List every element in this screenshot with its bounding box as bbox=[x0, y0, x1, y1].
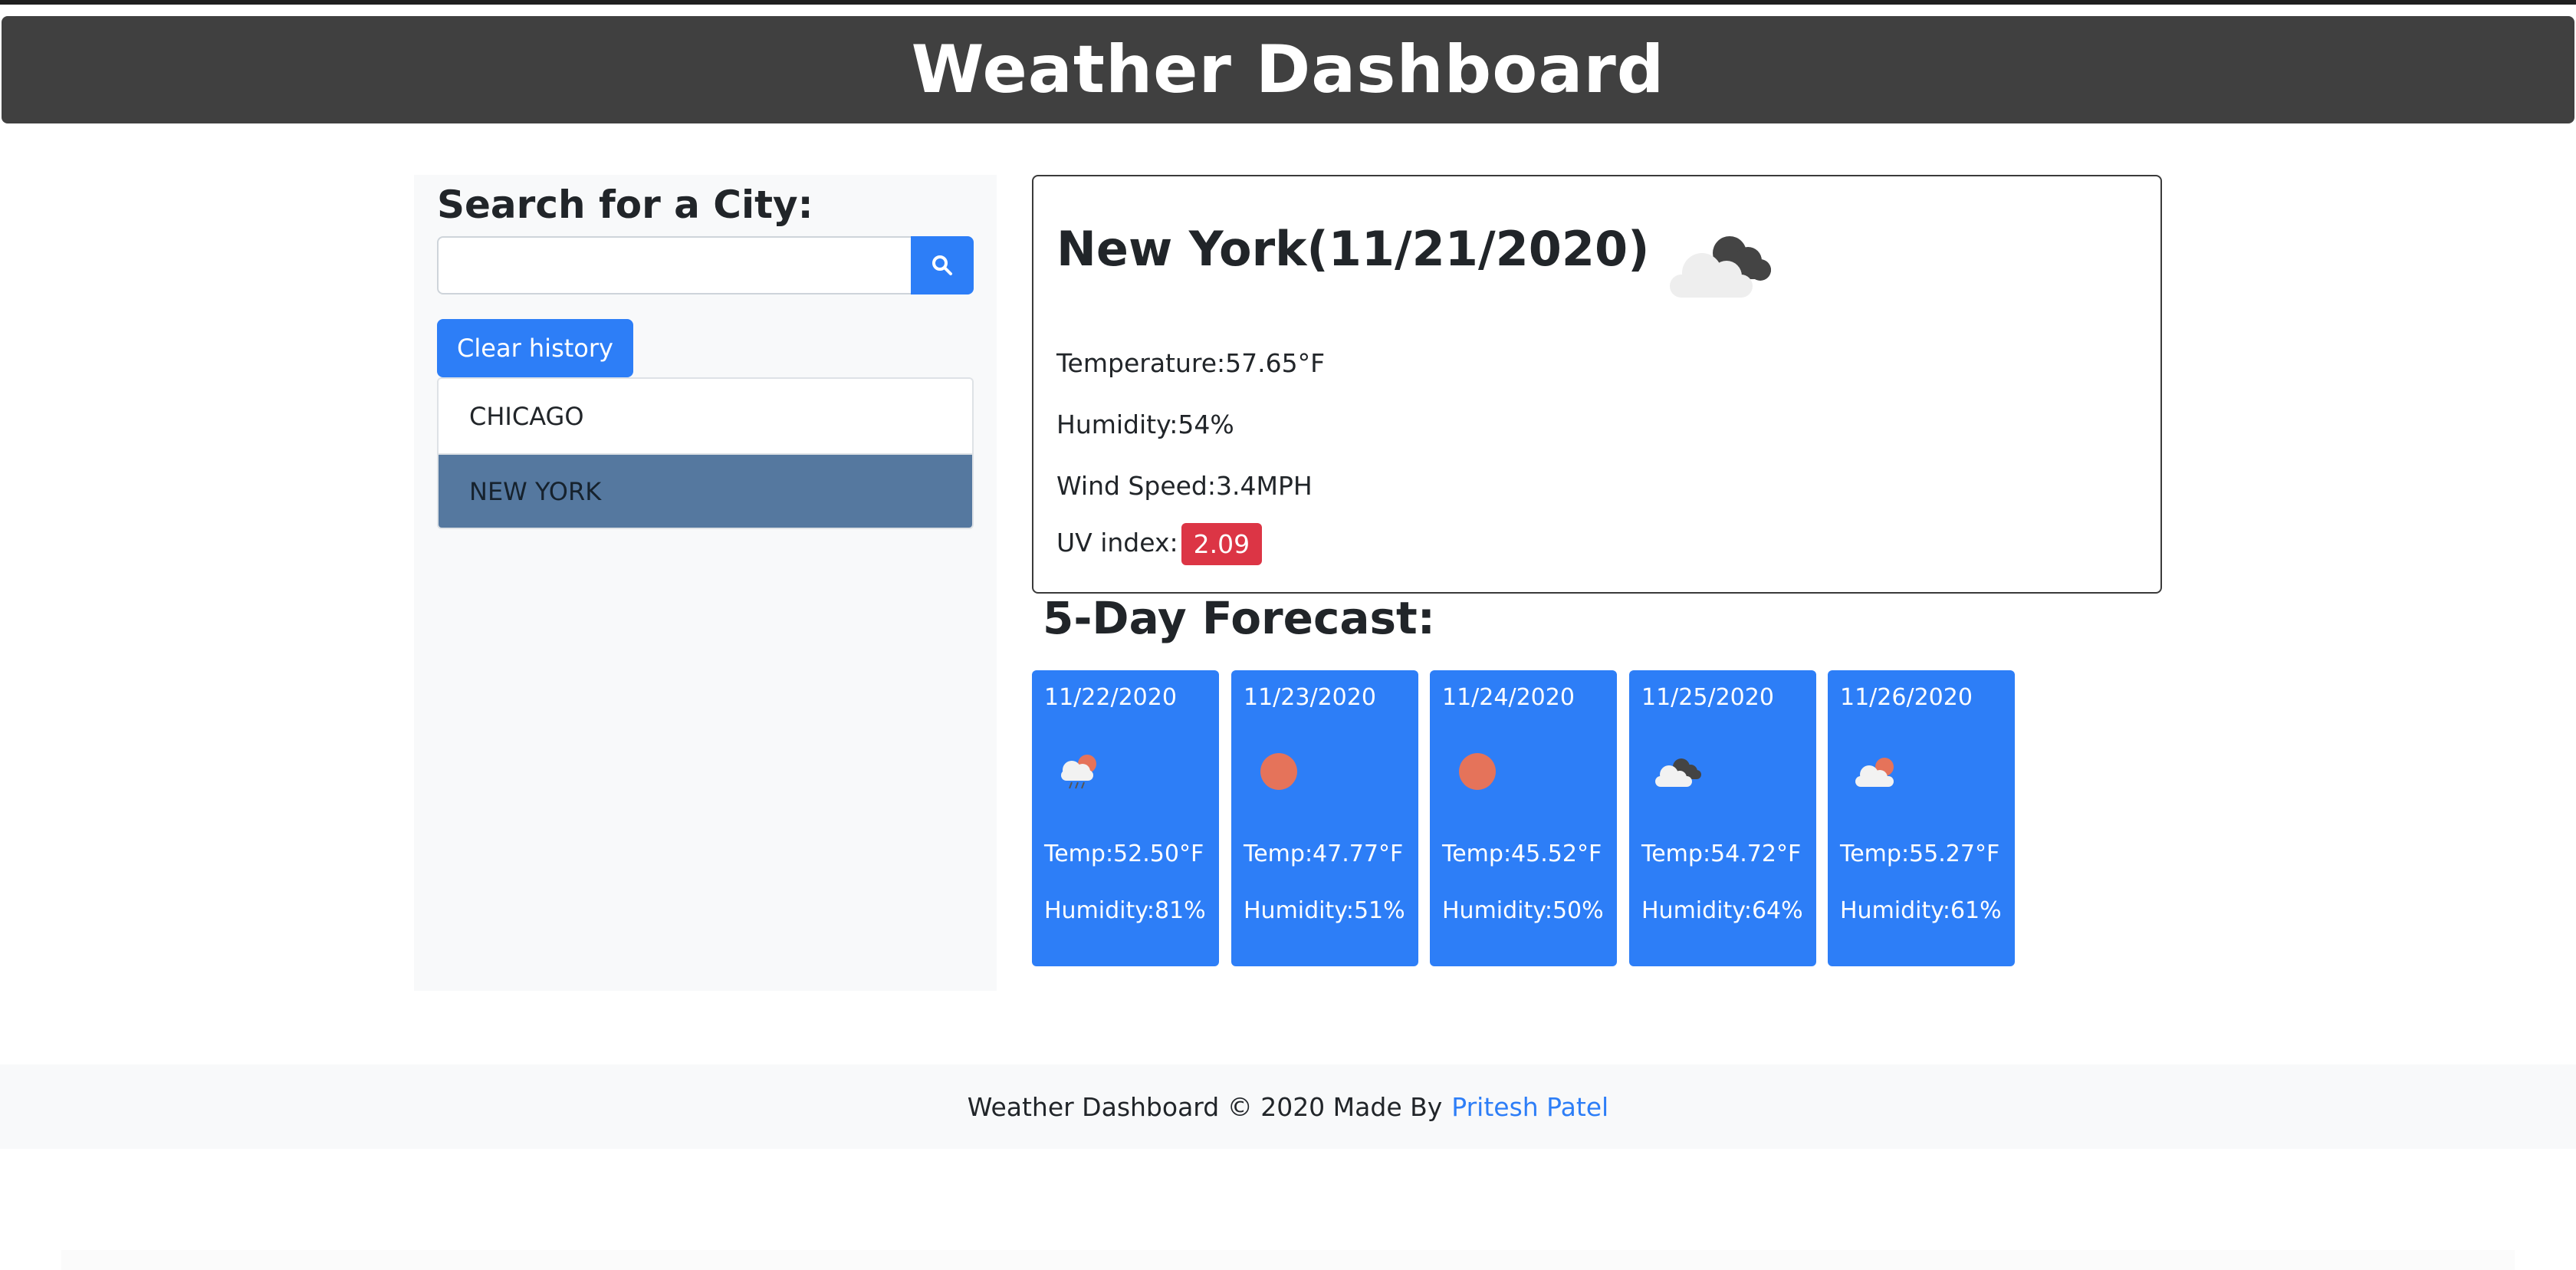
uv-label: UV index: bbox=[1056, 528, 1178, 558]
current-weather-card: New York(11/21/2020) Temperature:57.65°F… bbox=[1032, 175, 2162, 594]
forecast-card: 11/22/2020 Temp:52.50°F Humidity:81% bbox=[1032, 670, 1219, 966]
forecast-date: 11/26/2020 bbox=[1840, 684, 1973, 711]
history-item-chicago[interactable]: CHICAGO bbox=[439, 379, 972, 453]
forecast-humidity: Humidity:51% bbox=[1244, 897, 1405, 924]
forecast-humidity: Humidity:50% bbox=[1442, 897, 1604, 924]
forecast-card: 11/24/2020 Temp:45.52°F Humidity:50% bbox=[1430, 670, 1617, 966]
page-title: Weather Dashboard bbox=[911, 31, 1665, 108]
forecast-card: 11/23/2020 Temp:47.77°F Humidity:51% bbox=[1231, 670, 1418, 966]
broken-clouds-icon bbox=[1670, 236, 1771, 298]
page-header: Weather Dashboard bbox=[2, 16, 2574, 123]
forecast-date: 11/24/2020 bbox=[1442, 684, 1575, 711]
current-humidity: Humidity:54% bbox=[1056, 410, 1234, 439]
sun-icon bbox=[1459, 753, 1496, 790]
current-city-title: New York(11/21/2020) bbox=[1056, 221, 1650, 277]
clear-history-button[interactable]: Clear history bbox=[437, 319, 633, 377]
search-icon bbox=[932, 255, 952, 275]
broken-clouds-icon bbox=[1655, 758, 1701, 787]
forecast-card: 11/25/2020 Temp:54.72°F Humidity:64% bbox=[1629, 670, 1816, 966]
bottom-strip bbox=[61, 1250, 2515, 1270]
search-history-list: CHICAGO NEW YORK bbox=[437, 377, 974, 529]
footer-text: Weather Dashboard © 2020 Made By bbox=[967, 1091, 1443, 1122]
city-search-input[interactable] bbox=[437, 236, 912, 294]
forecast-date: 11/22/2020 bbox=[1044, 684, 1177, 711]
few-clouds-icon bbox=[1855, 758, 1894, 787]
history-item-new-york[interactable]: NEW YORK bbox=[439, 453, 972, 528]
forecast-temp: Temp:55.27°F bbox=[1840, 841, 2000, 867]
author-link[interactable]: Pritesh Patel bbox=[1451, 1092, 1608, 1122]
forecast-temp: Temp:47.77°F bbox=[1244, 841, 1404, 867]
forecast-heading: 5-Day Forecast: bbox=[1043, 592, 1435, 644]
page-footer: Weather Dashboard © 2020 Made By Pritesh… bbox=[0, 1064, 2576, 1149]
forecast-humidity: Humidity:64% bbox=[1641, 897, 1803, 924]
forecast-temp: Temp:45.52°F bbox=[1442, 841, 1602, 867]
current-temperature: Temperature:57.65°F bbox=[1056, 348, 1326, 378]
sun-icon bbox=[1260, 753, 1297, 790]
search-button[interactable] bbox=[911, 236, 974, 294]
top-border bbox=[0, 0, 2576, 5]
forecast-date: 11/23/2020 bbox=[1244, 684, 1376, 711]
current-wind-speed: Wind Speed:3.4MPH bbox=[1056, 471, 1313, 501]
uv-badge: 2.09 bbox=[1181, 523, 1263, 565]
search-heading: Search for a City: bbox=[437, 183, 813, 227]
forecast-temp: Temp:52.50°F bbox=[1044, 841, 1204, 867]
forecast-humidity: Humidity:61% bbox=[1840, 897, 2002, 924]
forecast-card: 11/26/2020 Temp:55.27°F Humidity:61% bbox=[1828, 670, 2015, 966]
current-uv: UV index: 2.09 bbox=[1056, 523, 1263, 565]
forecast-temp: Temp:54.72°F bbox=[1641, 841, 1802, 867]
forecast-date: 11/25/2020 bbox=[1641, 684, 1774, 711]
search-sidebar: Search for a City: Clear history CHICAGO… bbox=[414, 175, 997, 991]
forecast-humidity: Humidity:81% bbox=[1044, 897, 1206, 924]
rain-sun-icon bbox=[1061, 755, 1096, 789]
